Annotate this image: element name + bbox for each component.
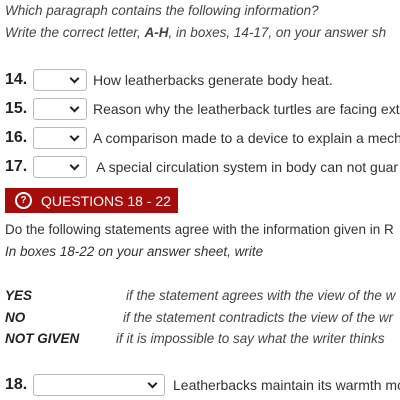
chevron-down-icon — [69, 73, 80, 84]
question-row-18: 18. Leatherbacks maintain its warmth mo — [5, 373, 400, 397]
question-text: Reason why the leatherback turtles are f… — [93, 101, 400, 117]
instruction-letter-range: A-H — [144, 25, 169, 40]
question-row-17: 17. A special circulation system in body… — [5, 155, 398, 179]
answer-key-not-given: NOT GIVEN — [5, 331, 80, 346]
question-number: 17. — [5, 158, 28, 175]
question-row-14: 14. How leatherbacks generate body heat. — [5, 68, 333, 92]
section-intro-line-1: Do the following statements agree with t… — [5, 222, 394, 237]
question-number: 16. — [5, 129, 28, 146]
section-banner[interactable]: ? QUESTIONS 18 - 22 — [5, 188, 178, 213]
instruction-prefix: Write the correct letter, — [5, 25, 145, 40]
section-intro-line-2: In boxes 18-22 on your answer sheet, wri… — [5, 244, 264, 259]
instruction-line-2: Write the correct letter, A-H, in boxes,… — [5, 25, 386, 40]
chevron-down-icon — [147, 378, 158, 389]
question-number: 15. — [5, 100, 28, 117]
question-text: A special circulation system in body can… — [93, 159, 399, 175]
chevron-down-icon — [69, 102, 80, 113]
answer-select-14[interactable] — [33, 69, 87, 91]
chevron-down-icon — [69, 160, 80, 171]
chevron-down-icon — [69, 131, 80, 142]
answer-key-no-desc: if the statement contradicts the view of… — [123, 310, 394, 325]
question-text: How leatherbacks generate body heat. — [93, 72, 333, 88]
answer-select-17[interactable] — [33, 156, 87, 178]
instruction-suffix: , in boxes, 14-17, on your answer sh — [168, 25, 387, 40]
answer-key-no: NO — [5, 310, 26, 325]
question-number: 14. — [5, 71, 28, 88]
instruction-line-1: Which paragraph contains the following i… — [5, 3, 319, 18]
answer-key-yes: YES — [5, 288, 33, 303]
question-circle-icon: ? — [15, 192, 32, 209]
answer-select-18[interactable] — [33, 374, 165, 396]
question-text: A comparison made to a device to explain… — [93, 130, 400, 146]
answer-select-15[interactable] — [33, 98, 87, 120]
answer-select-16[interactable] — [33, 127, 87, 149]
question-number: 18. — [5, 376, 28, 393]
question-row-15: 15. Reason why the leatherback turtles a… — [5, 97, 400, 121]
answer-key-not-given-desc: if it is impossible to say what the writ… — [116, 331, 385, 346]
question-text: Leatherbacks maintain its warmth mo — [173, 377, 400, 393]
question-row-16: 16. A comparison made to a device to exp… — [5, 126, 400, 150]
answer-key-yes-desc: if the statement agrees with the view of… — [126, 288, 396, 303]
section-banner-label: QUESTIONS 18 - 22 — [41, 192, 171, 209]
